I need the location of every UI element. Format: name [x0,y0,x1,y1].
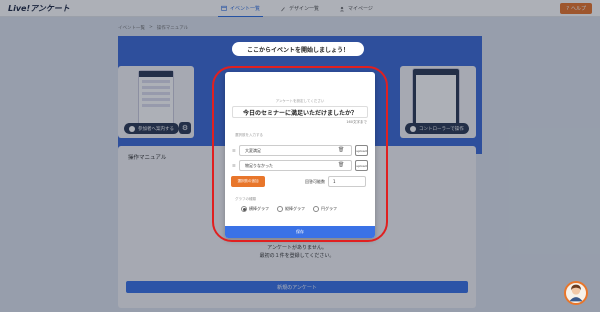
support-avatar[interactable] [564,281,588,305]
person-icon [569,284,583,302]
hero-title: ここからイベントを開始しましょう！ [232,42,364,56]
highlight-ring [212,66,388,242]
